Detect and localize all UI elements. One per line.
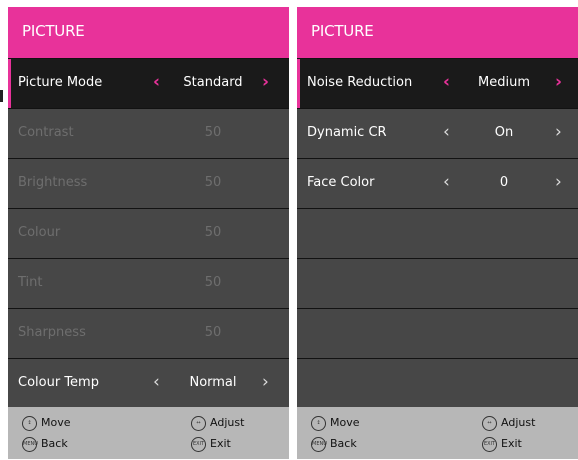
panel-header: PICTURE (8, 7, 289, 58)
chevron-right-icon[interactable]: › (262, 372, 269, 392)
hint-back-label: Back (330, 437, 357, 450)
menu-row-empty (297, 209, 578, 258)
panel-title: PICTURE (311, 22, 374, 40)
row-value: Medium (478, 75, 530, 90)
hint-adjust-label: Adjust (210, 416, 245, 429)
row-label: Dynamic CR (307, 125, 387, 140)
row-label: Tint (18, 275, 43, 290)
key-hint-footer: ↕ Move MENU Back ↔ Adjust EXIT Exit (297, 407, 578, 459)
up-down-icon: ↕ (22, 415, 37, 431)
row-label: Noise Reduction (307, 75, 413, 90)
row-value: Standard (183, 75, 243, 90)
hint-back: MENU Back (22, 436, 68, 452)
chevron-right-icon[interactable]: › (555, 172, 562, 192)
row-value: 50 (204, 275, 222, 290)
row-value: 50 (204, 225, 222, 240)
menu-row-tint: Tint 50 (8, 259, 289, 308)
left-right-icon: ↔ (191, 415, 206, 431)
menu-row-face-color[interactable]: Face Color ‹ 0 › (297, 159, 578, 208)
hint-move-label: Move (41, 416, 71, 429)
chevron-right-icon[interactable]: › (262, 72, 269, 92)
row-value: On (494, 125, 514, 140)
row-label: Sharpness (18, 325, 86, 340)
chevron-left-icon[interactable]: ‹ (153, 72, 160, 92)
hint-exit-label: Exit (210, 437, 231, 450)
key-hint-footer: ↕ Move MENU Back ↔ Adjust EXIT Exit (8, 407, 289, 459)
chevron-left-icon[interactable]: ‹ (443, 122, 450, 142)
menu-row-dynamic-cr[interactable]: Dynamic CR ‹ On › (297, 109, 578, 158)
hint-exit-label: Exit (501, 437, 522, 450)
hint-move: ↕ Move (311, 415, 360, 431)
menu-row-empty (297, 259, 578, 308)
row-label: Face Color (307, 175, 375, 190)
hint-back-label: Back (41, 437, 68, 450)
menu-row-colour-temp[interactable]: Colour Temp ‹ Normal › (8, 359, 289, 408)
hint-exit: EXIT Exit (191, 436, 231, 452)
chevron-left-icon[interactable]: ‹ (443, 172, 450, 192)
row-value: 50 (204, 175, 222, 190)
menu-row-colour: Colour 50 (8, 209, 289, 258)
menu-row-empty (297, 359, 578, 408)
menu-rows: Picture Mode ‹ Standard › Contrast 50 Br… (8, 59, 289, 409)
row-label: Brightness (18, 175, 88, 190)
row-label: Contrast (18, 125, 74, 140)
hint-back: MENU Back (311, 436, 357, 452)
hint-adjust: ↔ Adjust (482, 415, 535, 431)
edge-marker (0, 90, 3, 102)
hint-exit: EXIT Exit (482, 436, 522, 452)
left-right-icon: ↔ (482, 415, 497, 431)
row-label: Colour Temp (18, 375, 99, 390)
menu-row-sharpness: Sharpness 50 (8, 309, 289, 358)
hint-move: ↕ Move (22, 415, 71, 431)
menu-rows: Noise Reduction ‹ Medium › Dynamic CR ‹ … (297, 59, 578, 409)
picture-menu-panel-right: PICTURE Noise Reduction ‹ Medium › Dynam… (297, 7, 578, 459)
chevron-left-icon[interactable]: ‹ (153, 372, 160, 392)
panel-title: PICTURE (22, 22, 85, 40)
chevron-right-icon[interactable]: › (555, 122, 562, 142)
menu-key-icon: MENU (22, 436, 38, 452)
chevron-right-icon[interactable]: › (555, 72, 562, 92)
exit-key-icon: EXIT (191, 436, 206, 452)
row-label: Picture Mode (18, 75, 103, 90)
panel-header: PICTURE (297, 7, 578, 58)
menu-row-picture-mode[interactable]: Picture Mode ‹ Standard › (8, 59, 289, 108)
up-down-icon: ↕ (311, 415, 326, 431)
menu-row-contrast: Contrast 50 (8, 109, 289, 158)
row-value: Normal (189, 375, 237, 390)
row-value: 0 (499, 175, 509, 190)
hint-adjust: ↔ Adjust (191, 415, 244, 431)
row-label: Colour (18, 225, 61, 240)
hint-adjust-label: Adjust (501, 416, 536, 429)
menu-row-noise-reduction[interactable]: Noise Reduction ‹ Medium › (297, 59, 578, 108)
menu-row-empty (297, 309, 578, 358)
menu-row-brightness: Brightness 50 (8, 159, 289, 208)
chevron-left-icon[interactable]: ‹ (443, 72, 450, 92)
row-value: 50 (204, 125, 222, 140)
picture-menu-panel-left: PICTURE Picture Mode ‹ Standard › Contra… (8, 7, 289, 459)
row-value: 50 (204, 325, 222, 340)
menu-key-icon: MENU (311, 436, 327, 452)
exit-key-icon: EXIT (482, 436, 497, 452)
hint-move-label: Move (330, 416, 360, 429)
